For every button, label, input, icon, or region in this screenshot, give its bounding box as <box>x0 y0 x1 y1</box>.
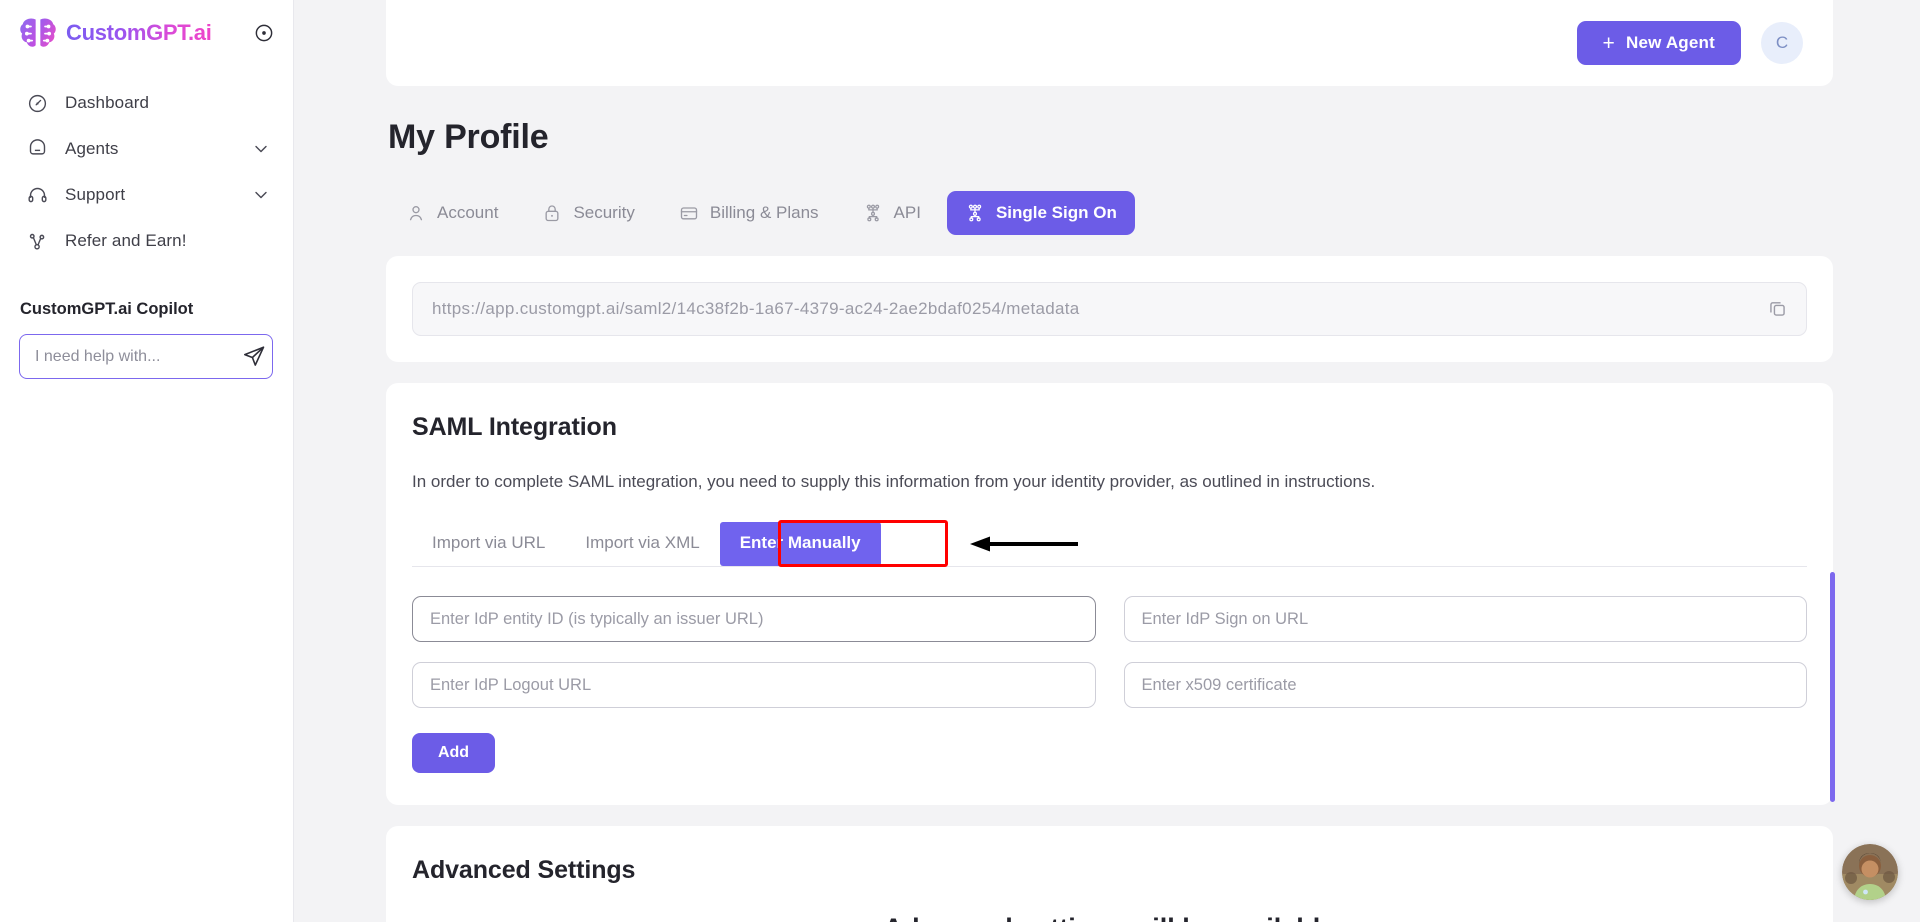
speedometer-icon <box>26 92 48 114</box>
nodes-icon <box>965 203 985 223</box>
advanced-settings-card: Advanced Settings Advanced settings will… <box>386 826 1833 922</box>
subtab-import-via-url[interactable]: Import via URL <box>412 522 565 566</box>
saml-description: In order to complete SAML integration, y… <box>412 472 1376 491</box>
tab-single-sign-on[interactable]: Single Sign On <box>946 191 1135 235</box>
plus-icon: + <box>1602 31 1615 55</box>
sidebar-item-dashboard[interactable]: Dashboard <box>0 80 293 126</box>
tab-label: Single Sign On <box>995 203 1117 222</box>
metadata-url-field[interactable]: https://app.customgpt.ai/saml2/14c38f2b-… <box>412 282 1807 336</box>
credit-card-icon <box>679 203 699 223</box>
x509-certificate-input[interactable] <box>1123 662 1807 708</box>
saml-subtabs: Import via URL Import via XML Enter Manu… <box>412 520 1807 567</box>
saml-title: SAML Integration <box>412 413 617 441</box>
content-column: + New Agent C My Profile Account Securit… <box>386 0 1835 922</box>
new-agent-button[interactable]: + New Agent <box>1576 21 1741 65</box>
tab-label: API <box>893 203 921 222</box>
copilot-input[interactable] <box>35 347 242 366</box>
chat-support-avatar-button[interactable] <box>1842 844 1898 900</box>
tab-security[interactable]: Security <box>524 191 652 235</box>
metadata-card: https://app.customgpt.ai/saml2/14c38f2b-… <box>386 256 1833 362</box>
sidebar-item-label: Support <box>65 185 126 204</box>
copilot-input-wrapper[interactable] <box>19 334 273 379</box>
topbar: + New Agent C <box>386 0 1833 86</box>
sidebar: CustomGPT.ai Dashboard Agents Support Re… <box>0 0 294 922</box>
nodes-icon <box>863 203 883 223</box>
advanced-settings-cutoff-text: Advanced settings will be available <box>412 913 1807 922</box>
chevron-down-icon[interactable] <box>251 185 271 205</box>
avatar-initial: C <box>1775 33 1789 52</box>
add-button[interactable]: Add <box>412 733 495 773</box>
new-agent-label: New Agent <box>1625 33 1715 52</box>
sidebar-item-label: Dashboard <box>65 93 150 112</box>
tab-account[interactable]: Account <box>388 191 516 235</box>
tab-api[interactable]: API <box>845 191 939 235</box>
circle-dot-icon[interactable] <box>253 22 275 44</box>
page-title: My Profile <box>388 118 549 156</box>
lock-icon <box>542 203 562 223</box>
tab-label: Security <box>573 203 635 222</box>
copilot-title: CustomGPT.ai Copilot <box>20 300 194 318</box>
sidebar-nav: Dashboard Agents Support Refer and Earn! <box>0 80 293 264</box>
subtab-import-via-xml[interactable]: Import via XML <box>565 522 719 566</box>
share-nodes-icon <box>26 230 48 252</box>
sidebar-item-agents[interactable]: Agents <box>0 126 293 172</box>
metadata-url-text: https://app.customgpt.ai/saml2/14c38f2b-… <box>432 299 1080 318</box>
vertical-scrollbar[interactable] <box>1830 572 1835 802</box>
chevron-down-icon[interactable] <box>251 139 271 159</box>
headset-icon <box>26 184 48 206</box>
saml-form <box>412 596 1807 708</box>
sidebar-item-label: Refer and Earn! <box>65 231 187 250</box>
user-icon <box>406 203 426 223</box>
avatar[interactable]: C <box>1761 22 1803 64</box>
advanced-settings-title: Advanced Settings <box>412 856 636 884</box>
tab-label: Account <box>437 203 499 222</box>
brand-name: CustomGPT.ai <box>66 20 212 45</box>
copy-icon[interactable] <box>1767 298 1789 320</box>
sidebar-brand: CustomGPT.ai <box>0 0 293 66</box>
idp-logout-url-input[interactable] <box>412 662 1096 708</box>
main-area: + New Agent C My Profile Account Securit… <box>294 0 1920 922</box>
tab-label: Billing & Plans <box>709 203 819 222</box>
agent-chat-icon <box>26 138 48 160</box>
annotation-arrow <box>960 534 1080 554</box>
subtab-enter-manually[interactable]: Enter Manually <box>719 522 881 566</box>
idp-sign-on-url-input[interactable] <box>1123 596 1807 642</box>
tab-billing-and-plans[interactable]: Billing & Plans <box>661 191 837 235</box>
idp-entity-id-input[interactable] <box>412 596 1096 642</box>
brain-icon <box>19 16 57 50</box>
sidebar-item-label: Agents <box>65 139 119 158</box>
saml-integration-card: SAML Integration In order to complete SA… <box>386 383 1833 805</box>
app-root: CustomGPT.ai Dashboard Agents Support Re… <box>0 0 1920 922</box>
sidebar-item-support[interactable]: Support <box>0 172 293 218</box>
send-paper-plane-icon[interactable] <box>242 344 268 370</box>
profile-tabs: Account Security Billing & Plans API Sin… <box>388 191 1833 235</box>
sidebar-item-refer-and-earn[interactable]: Refer and Earn! <box>0 218 293 264</box>
